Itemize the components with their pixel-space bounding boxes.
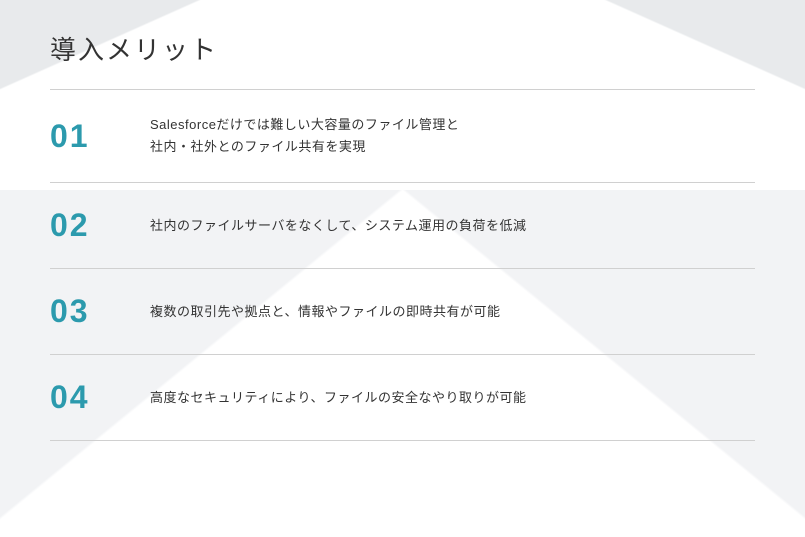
- merit-text: 高度なセキュリティにより、ファイルの安全なやり取りが可能: [150, 387, 526, 409]
- merit-item: 03 複数の取引先や拠点と、情報やファイルの即時共有が可能: [50, 269, 755, 355]
- merit-number: 03: [50, 293, 150, 330]
- merit-number: 02: [50, 207, 150, 244]
- merit-text: Salesforceだけでは難しい大容量のファイル管理と社内・社外とのファイル共…: [150, 114, 459, 158]
- content-container: 導入メリット 01 Salesforceだけでは難しい大容量のファイル管理と社内…: [0, 0, 805, 461]
- merit-item: 01 Salesforceだけでは難しい大容量のファイル管理と社内・社外とのファ…: [50, 90, 755, 183]
- section-title: 導入メリット: [50, 30, 755, 67]
- merit-text: 社内のファイルサーバをなくして、システム運用の負荷を低減: [150, 215, 526, 237]
- merit-list: 01 Salesforceだけでは難しい大容量のファイル管理と社内・社外とのファ…: [50, 90, 755, 441]
- merit-number: 01: [50, 118, 150, 155]
- merit-item: 02 社内のファイルサーバをなくして、システム運用の負荷を低減: [50, 183, 755, 269]
- merit-item: 04 高度なセキュリティにより、ファイルの安全なやり取りが可能: [50, 355, 755, 441]
- merit-number: 04: [50, 379, 150, 416]
- merit-text: 複数の取引先や拠点と、情報やファイルの即時共有が可能: [150, 301, 500, 323]
